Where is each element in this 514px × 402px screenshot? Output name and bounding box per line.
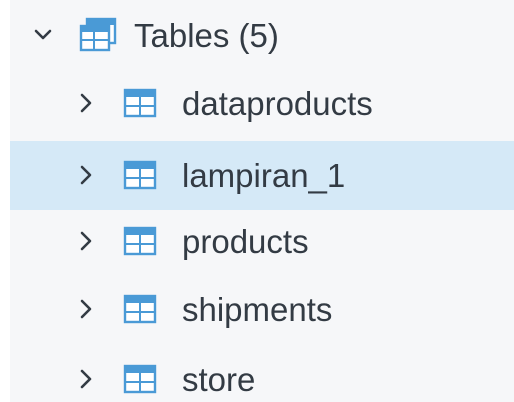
tree-item-label: shipments	[182, 291, 333, 328]
table-icon	[123, 88, 157, 118]
table-icon	[123, 160, 157, 190]
chevron-right-icon[interactable]	[75, 164, 97, 186]
tables-folder-icon	[79, 17, 117, 52]
tree-item-label: store	[182, 361, 256, 398]
tree-node-tables[interactable]: Tables (5)	[10, 3, 514, 65]
table-icon	[123, 364, 157, 394]
database-tree: Tables (5) dataproducts lampiran_1 produ…	[0, 0, 514, 402]
chevron-right-icon[interactable]	[75, 230, 97, 252]
chevron-right-icon[interactable]	[75, 298, 97, 320]
tree-item-label: dataproducts	[182, 85, 373, 122]
chevron-right-icon[interactable]	[75, 92, 97, 114]
tree-item-dataproducts[interactable]: dataproducts	[10, 72, 514, 134]
tree-item-store[interactable]: store	[10, 348, 514, 402]
table-icon	[123, 294, 157, 324]
tree-item-products[interactable]: products	[10, 210, 514, 272]
chevron-right-icon[interactable]	[75, 368, 97, 390]
tree-gutter	[0, 0, 10, 402]
tree-item-label: lampiran_1	[182, 157, 346, 194]
tree-item-lampiran-1[interactable]: lampiran_1	[10, 141, 514, 210]
tree-item-label: products	[182, 223, 309, 260]
chevron-down-icon[interactable]	[32, 24, 54, 46]
tree-node-tables-label: Tables (5)	[134, 17, 279, 54]
tree-item-shipments[interactable]: shipments	[10, 278, 514, 340]
table-icon	[123, 226, 157, 256]
